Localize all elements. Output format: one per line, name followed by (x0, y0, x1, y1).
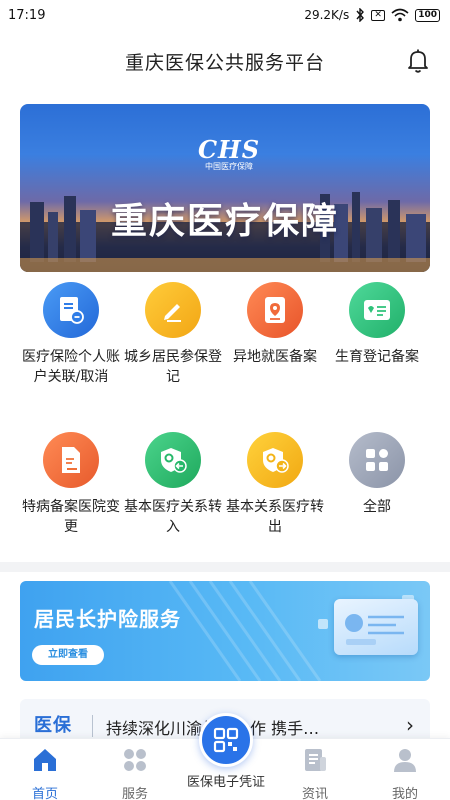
tab-label: 服务 (121, 787, 148, 800)
service-label: 基本医疗关系转入 (124, 499, 222, 535)
bluetooth-icon (356, 8, 365, 22)
service-resident-register[interactable]: 城乡居民参保登记 (118, 282, 228, 387)
logo-text: CHS (197, 135, 261, 164)
page-title: 重庆医保公共服务平台 (124, 51, 325, 74)
banner-title: 重庆医疗保障 (110, 201, 339, 242)
services-icon (124, 749, 146, 771)
service-remote-medical[interactable]: 异地就医备案 (220, 282, 330, 367)
service-label: 生育登记备案 (335, 349, 419, 365)
status-indicators: 29.2K/s ✕ 100 (304, 8, 440, 22)
qr-code-icon (213, 727, 239, 753)
service-birth-register[interactable]: 生育登记备案 (322, 282, 432, 367)
service-label: 医疗保险个人账户关联/取消 (22, 349, 120, 385)
network-speed: 29.2K/s (304, 8, 350, 22)
tab-label: 首页 (31, 787, 58, 800)
tab-home[interactable]: 首页 (0, 739, 90, 800)
app-header: 重庆医保公共服务平台 (0, 38, 450, 84)
e-voucher-label[interactable]: 医保电子凭证 (168, 771, 284, 790)
document-edit-icon (43, 432, 99, 488)
bell-icon[interactable] (406, 48, 430, 74)
section-divider (0, 562, 450, 572)
service-label: 城乡居民参保登记 (124, 349, 222, 385)
service-label: 全部 (363, 499, 391, 515)
sim-disabled-icon: ✕ (371, 9, 386, 21)
document-link-icon (43, 282, 99, 338)
promo-banner[interactable]: 居民长护险服务 立即查看 (20, 581, 430, 681)
service-label: 特病备案医院变更 (22, 499, 120, 535)
home-icon (34, 749, 56, 771)
grid-all-icon (349, 432, 405, 488)
edit-pencil-icon (145, 282, 201, 338)
chevron-right-icon[interactable]: › (406, 713, 414, 737)
service-label: 基本关系医疗转出 (226, 499, 324, 535)
location-card-icon (247, 282, 303, 338)
insurance-card-image (334, 599, 418, 655)
service-transfer-in[interactable]: 基本医疗关系转入 (118, 432, 228, 537)
tab-profile[interactable]: 我的 (360, 739, 450, 800)
tab-label: 我的 (391, 787, 418, 800)
status-time: 17:19 (8, 7, 46, 23)
service-label: 异地就医备案 (233, 349, 317, 365)
id-card-icon (349, 282, 405, 338)
services-grid: 医疗保险个人账户关联/取消 城乡居民参保登记 异地就医备案 生育登记备案 特病备… (0, 282, 450, 552)
wifi-icon (391, 8, 409, 22)
promo-title: 居民长护险服务 (34, 607, 181, 631)
battery-icon: 100 (415, 8, 440, 22)
profile-icon (394, 749, 416, 772)
promo-view-button[interactable]: 立即查看 (32, 645, 104, 665)
service-all[interactable]: 全部 (322, 432, 432, 517)
news-separator (92, 715, 93, 737)
news-icon (305, 749, 326, 771)
medical-e-voucher-button[interactable] (199, 713, 253, 767)
hero-banner[interactable]: CHS 中国医疗保障 重庆医疗保障 (20, 104, 430, 272)
status-bar: 17:19 29.2K/s ✕ 100 (0, 0, 450, 30)
tab-services[interactable]: 服务 (90, 739, 180, 800)
chs-logo: CHS 中国医疗保障 (194, 138, 264, 172)
service-account-link[interactable]: 医疗保险个人账户关联/取消 (16, 282, 126, 387)
service-transfer-out[interactable]: 基本关系医疗转出 (220, 432, 330, 537)
shield-transfer-in-icon (145, 432, 201, 488)
tab-news[interactable]: 资讯 (270, 739, 360, 800)
service-special-disease[interactable]: 特病备案医院变更 (16, 432, 126, 537)
app-screen: 17:19 29.2K/s ✕ 100 重庆医保公共服务平台 CHS 中国医疗保… (0, 0, 450, 800)
news-tag: 医保 (34, 715, 72, 736)
shield-transfer-out-icon (247, 432, 303, 488)
